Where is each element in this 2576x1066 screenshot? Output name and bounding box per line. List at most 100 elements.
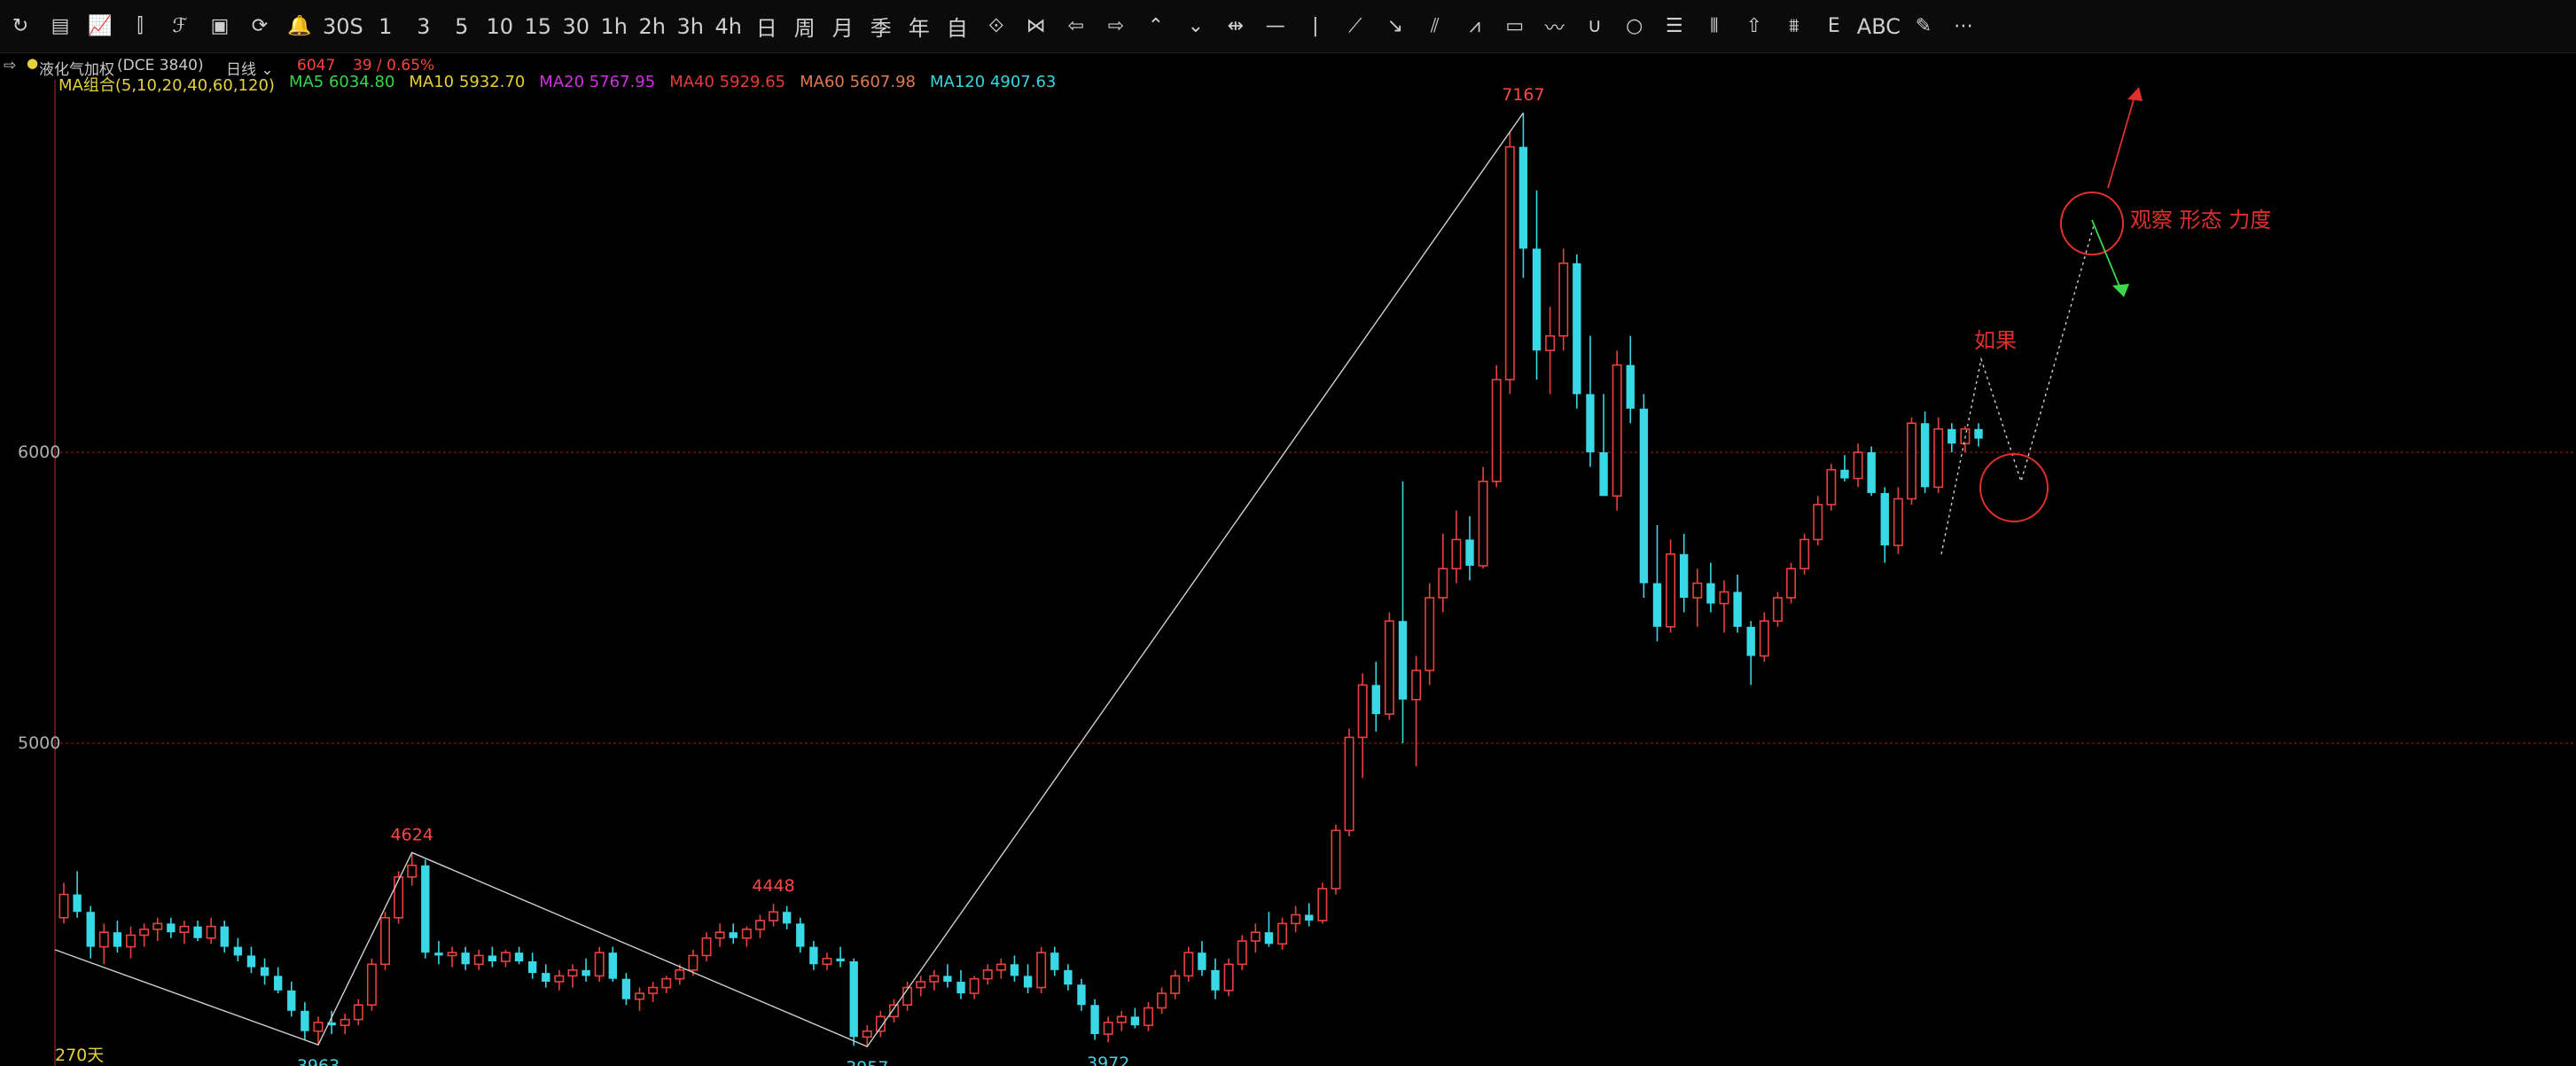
candle-body bbox=[1371, 685, 1380, 715]
candle-body bbox=[661, 977, 672, 989]
candle-body bbox=[1786, 568, 1797, 599]
candle-body bbox=[1893, 498, 1903, 546]
candle-body bbox=[1250, 931, 1261, 942]
projection-circle bbox=[2060, 192, 2124, 255]
candle-body bbox=[206, 925, 216, 939]
candle-body bbox=[113, 932, 122, 947]
candle-body bbox=[193, 926, 202, 938]
candle-body bbox=[1504, 145, 1515, 380]
candle-body bbox=[1586, 394, 1595, 452]
candle-body bbox=[273, 976, 283, 991]
extreme-price-label: 4624 bbox=[391, 825, 433, 844]
candle-body bbox=[1974, 428, 1983, 439]
projection-path bbox=[1940, 224, 2095, 554]
candle-body bbox=[98, 931, 109, 948]
candle-body bbox=[688, 954, 699, 971]
candle-body bbox=[956, 981, 965, 994]
candle-body bbox=[1116, 1015, 1127, 1023]
candle-body bbox=[220, 926, 229, 947]
candle-body bbox=[1144, 1007, 1153, 1026]
candle-body bbox=[447, 952, 457, 957]
candle-body bbox=[714, 931, 725, 939]
candle-body bbox=[701, 937, 712, 957]
candle-body bbox=[754, 920, 765, 930]
candle-body bbox=[1545, 334, 1556, 351]
price-chart[interactable]: 6000 5000 7167 4624 4448 3963 3957 3972 270天 观察 形… bbox=[0, 0, 2576, 1066]
up-arrow bbox=[2107, 90, 2137, 189]
candle-body bbox=[86, 912, 95, 947]
candle-body bbox=[554, 975, 565, 983]
candle-body bbox=[1264, 932, 1274, 945]
candle-body bbox=[126, 934, 137, 948]
candle-body bbox=[1599, 452, 1608, 497]
candle-body bbox=[1223, 963, 1234, 992]
candle-body bbox=[1357, 684, 1368, 739]
candle-body bbox=[1867, 452, 1876, 493]
candle-body bbox=[889, 1004, 899, 1018]
candle-body bbox=[1920, 423, 1930, 488]
candle-body bbox=[1652, 583, 1662, 627]
candle-body bbox=[1933, 427, 1944, 489]
candle-body bbox=[1772, 597, 1783, 623]
candle-body bbox=[366, 963, 377, 1007]
candle-body bbox=[179, 925, 190, 934]
candle-body bbox=[514, 952, 524, 961]
candle-body bbox=[488, 955, 497, 961]
candle-body bbox=[353, 1004, 363, 1021]
candle-body bbox=[1680, 553, 1689, 598]
candle-body bbox=[929, 975, 940, 983]
candle-body bbox=[1090, 1005, 1099, 1034]
candle-body bbox=[246, 955, 256, 968]
candle-body bbox=[1077, 984, 1086, 1006]
candle-body bbox=[1384, 620, 1394, 715]
candle-body bbox=[1706, 583, 1715, 604]
range-days-label: 270天 bbox=[55, 1046, 104, 1065]
candle-body bbox=[1291, 913, 1301, 925]
candle-body bbox=[1398, 621, 1408, 700]
candle-body bbox=[1170, 975, 1181, 994]
candle-body bbox=[1331, 829, 1341, 890]
candle-body bbox=[1198, 952, 1206, 970]
candle-body bbox=[635, 992, 644, 1000]
candle-body bbox=[1853, 451, 1863, 480]
candle-body bbox=[1840, 469, 1849, 479]
candle-body bbox=[608, 952, 617, 979]
candle-body bbox=[582, 969, 590, 976]
candle-body bbox=[527, 961, 537, 974]
y-tick-label: 6000 bbox=[18, 443, 60, 462]
candle-body bbox=[1906, 422, 1916, 500]
candle-body bbox=[675, 969, 685, 980]
candle-body bbox=[152, 922, 163, 930]
candle-body bbox=[1880, 492, 1889, 545]
candle-body bbox=[1532, 248, 1542, 351]
extreme-price-label: 4448 bbox=[752, 876, 794, 896]
candle-body bbox=[1558, 262, 1569, 337]
candle-body bbox=[1465, 539, 1474, 566]
candle-body bbox=[1626, 364, 1635, 409]
candle-body bbox=[1478, 480, 1488, 567]
candle-body bbox=[836, 958, 845, 961]
candle-body bbox=[567, 969, 578, 977]
candle-body bbox=[421, 865, 430, 953]
candle-body bbox=[1666, 553, 1676, 628]
candle-body bbox=[1451, 538, 1462, 570]
candle-body bbox=[621, 978, 631, 999]
candle-body bbox=[434, 952, 443, 956]
candle-body bbox=[1183, 952, 1194, 977]
candle-body bbox=[542, 973, 550, 982]
candle-body bbox=[982, 969, 993, 980]
candle-body bbox=[1746, 626, 1755, 656]
candle-body bbox=[1438, 568, 1448, 599]
candle-body bbox=[1733, 592, 1742, 627]
candle-body bbox=[1036, 952, 1047, 989]
candle-body bbox=[1130, 1016, 1140, 1026]
candle-body bbox=[394, 876, 404, 919]
candle-body bbox=[1813, 504, 1823, 541]
annotation-observe: 观察 形态 力度 bbox=[2130, 208, 2271, 232]
candle-body bbox=[1317, 888, 1328, 921]
down-arrow-head bbox=[2112, 284, 2129, 297]
candle-body bbox=[995, 963, 1006, 971]
candle-body bbox=[822, 957, 832, 966]
candle-body bbox=[916, 981, 926, 989]
candle-body bbox=[862, 1030, 872, 1039]
